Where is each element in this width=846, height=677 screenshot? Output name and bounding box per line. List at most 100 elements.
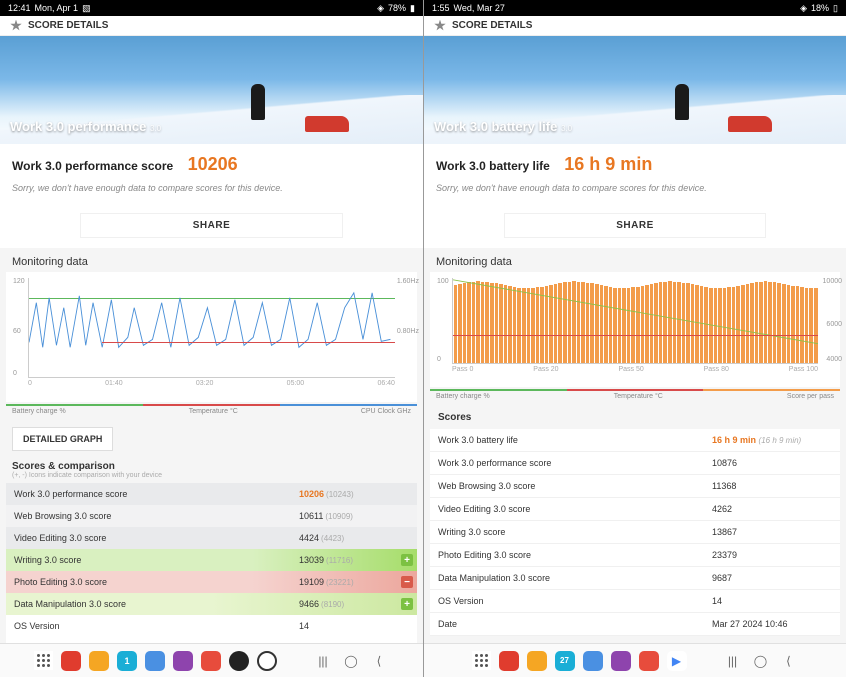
table-row[interactable]: Video Editing 3.0 score 4424(4423) <box>6 527 417 549</box>
plus-icon: + <box>401 598 413 610</box>
row-value: 9687 <box>712 573 732 583</box>
temp-line <box>453 335 818 336</box>
app-icon[interactable] <box>527 651 547 671</box>
right-panel: 1:55 Wed, Mar 27 ◈ 18% ▯ SCORE DETAILS W… <box>423 0 846 677</box>
table-row[interactable]: Work 3.0 battery life 16 h 9 min (16 h 9… <box>430 429 840 452</box>
calendar-icon[interactable]: 1 <box>117 651 137 671</box>
table-row[interactable]: Web Browsing 3.0 score 11368 <box>430 475 840 498</box>
row-secondary: (4423) <box>321 534 344 543</box>
nodata-text: Sorry, we don't have enough data to comp… <box>436 183 834 193</box>
row-value: 4424 <box>299 533 319 543</box>
monitor-title: Monitoring data <box>0 248 423 272</box>
score-section: Work 3.0 performance score 10206 Sorry, … <box>0 144 423 203</box>
status-time: 1:55 <box>432 3 450 13</box>
apps-grid-icon[interactable] <box>34 651 53 670</box>
share-button[interactable]: SHARE <box>80 213 343 238</box>
recent-button[interactable]: ||| <box>313 651 333 671</box>
row-value: Mar 27 2024 10:46 <box>712 619 788 629</box>
app-icon[interactable] <box>61 651 81 671</box>
hero-banner: Work 3.0 battery life 3.0 <box>424 36 846 144</box>
scores-header: Scores <box>430 406 840 429</box>
status-bar: 1:55 Wed, Mar 27 ◈ 18% ▯ <box>424 0 846 16</box>
wifi-icon: ◈ <box>377 3 384 14</box>
table-row[interactable]: Photo Editing 3.0 score 23379 <box>430 544 840 567</box>
hero-sub: 3.0 <box>561 124 572 133</box>
table-row[interactable]: Video Editing 3.0 score 4262 <box>430 498 840 521</box>
row-label: OS Version <box>14 621 299 631</box>
app-icon[interactable] <box>611 651 631 671</box>
page-header: SCORE DETAILS <box>424 16 846 36</box>
row-secondary: (10243) <box>326 490 354 499</box>
table-row[interactable]: Writing 3.0 score 13039(11716)+ <box>6 549 417 571</box>
header-title: SCORE DETAILS <box>452 20 532 31</box>
score-label: Work 3.0 performance score <box>12 159 173 173</box>
table-row[interactable]: Data Manipulation 3.0 score 9687 <box>430 567 840 590</box>
table-row[interactable]: Photo Editing 3.0 score 19109(23221)− <box>6 571 417 593</box>
score-label: Work 3.0 battery life <box>436 159 550 173</box>
table-row[interactable]: Web Browsing 3.0 score 10611(10909) <box>6 505 417 527</box>
recent-button[interactable]: ||| <box>723 651 743 671</box>
home-button[interactable]: ◯ <box>751 651 771 671</box>
app-icon[interactable] <box>499 651 519 671</box>
comparison-header: Scores & comparison (+, -) Icons indicat… <box>0 457 423 483</box>
status-bar: 12:41 Mon, Apr 1 ▧ ◈ 78% ▮ <box>0 0 423 16</box>
screenshot-icon: ▧ <box>82 3 91 14</box>
navbar: 1 ||| ◯ ⟨ <box>0 643 423 677</box>
legend-bar <box>430 389 840 391</box>
row-value: 11368 <box>712 481 736 491</box>
app-icon[interactable] <box>173 651 193 671</box>
monitor-chart[interactable]: 100 0 10000 6000 4000 Pass 0 Pass 20 Pas… <box>430 272 840 387</box>
row-label: Writing 3.0 score <box>14 555 299 565</box>
app-icon[interactable] <box>257 651 277 671</box>
scores-table: Scores Work 3.0 battery life 16 h 9 min … <box>430 406 840 636</box>
row-label: Writing 3.0 score <box>438 527 712 537</box>
table-row[interactable]: Data Manipulation 3.0 score 9466(8190)+ <box>6 593 417 615</box>
status-date: Mon, Apr 1 <box>35 3 79 13</box>
calendar-icon[interactable]: 27 <box>555 651 575 671</box>
home-button[interactable]: ◯ <box>341 651 361 671</box>
monitor-title: Monitoring data <box>424 248 846 272</box>
legend-bar <box>6 404 417 406</box>
status-time: 12:41 <box>8 3 31 13</box>
minus-icon: − <box>401 576 413 588</box>
table-row[interactable]: Work 3.0 performance score 10206(10243) <box>6 483 417 505</box>
back-button[interactable]: ⟨ <box>369 651 389 671</box>
legend-labels: Battery charge % Temperature °C Score pe… <box>436 393 834 400</box>
back-button[interactable]: ⟨ <box>779 651 799 671</box>
row-value: 9466 <box>299 599 319 609</box>
left-panel: 12:41 Mon, Apr 1 ▧ ◈ 78% ▮ SCORE DETAILS… <box>0 0 423 677</box>
legend-labels: Battery charge % Temperature °C CPU Cloc… <box>12 408 411 415</box>
row-value: 10206 <box>299 489 324 499</box>
play-icon[interactable]: ▶ <box>667 651 687 671</box>
app-icon[interactable] <box>583 651 603 671</box>
battery-icon: ▮ <box>410 3 415 14</box>
hero-banner: Work 3.0 performance 3.0 <box>0 36 423 144</box>
hero-title: Work 3.0 performance <box>10 119 146 134</box>
status-date: Wed, Mar 27 <box>454 3 505 13</box>
share-button[interactable]: SHARE <box>504 213 766 238</box>
monitor-chart[interactable]: 120 60 0 1.60Hz 0.80Hz 0 01:40 03:20 05:… <box>6 272 417 402</box>
score-value: 16 h 9 min <box>564 154 652 174</box>
app-icon[interactable] <box>229 651 249 671</box>
table-row[interactable]: Date Mar 27 2024 10:46 <box>430 613 840 636</box>
detailed-graph-button[interactable]: DETAILED GRAPH <box>12 427 113 451</box>
x-axis: Pass 0 Pass 20 Pass 50 Pass 80 Pass 100 <box>452 366 818 373</box>
table-row[interactable]: OS Version 14 <box>430 590 840 613</box>
row-value: 4262 <box>712 504 732 514</box>
app-icon[interactable] <box>89 651 109 671</box>
row-label: Photo Editing 3.0 score <box>438 550 712 560</box>
x-axis: 0 01:40 03:20 05:00 06:40 <box>28 380 395 387</box>
table-row[interactable]: OS Version 14 <box>6 615 417 637</box>
row-label: Work 3.0 performance score <box>438 458 712 468</box>
row-label: Work 3.0 performance score <box>14 489 299 499</box>
app-icon[interactable] <box>639 651 659 671</box>
app-icon[interactable] <box>145 651 165 671</box>
table-row[interactable]: Writing 3.0 score 13867 <box>430 521 840 544</box>
apps-grid-icon[interactable] <box>472 651 491 670</box>
row-value: 23379 <box>712 550 737 560</box>
hero-sub: 3.0 <box>150 124 161 133</box>
app-icon[interactable] <box>201 651 221 671</box>
wifi-icon: ◈ <box>800 3 807 14</box>
table-row[interactable]: Work 3.0 performance score 10876 <box>430 452 840 475</box>
row-value: 14 <box>712 596 722 606</box>
